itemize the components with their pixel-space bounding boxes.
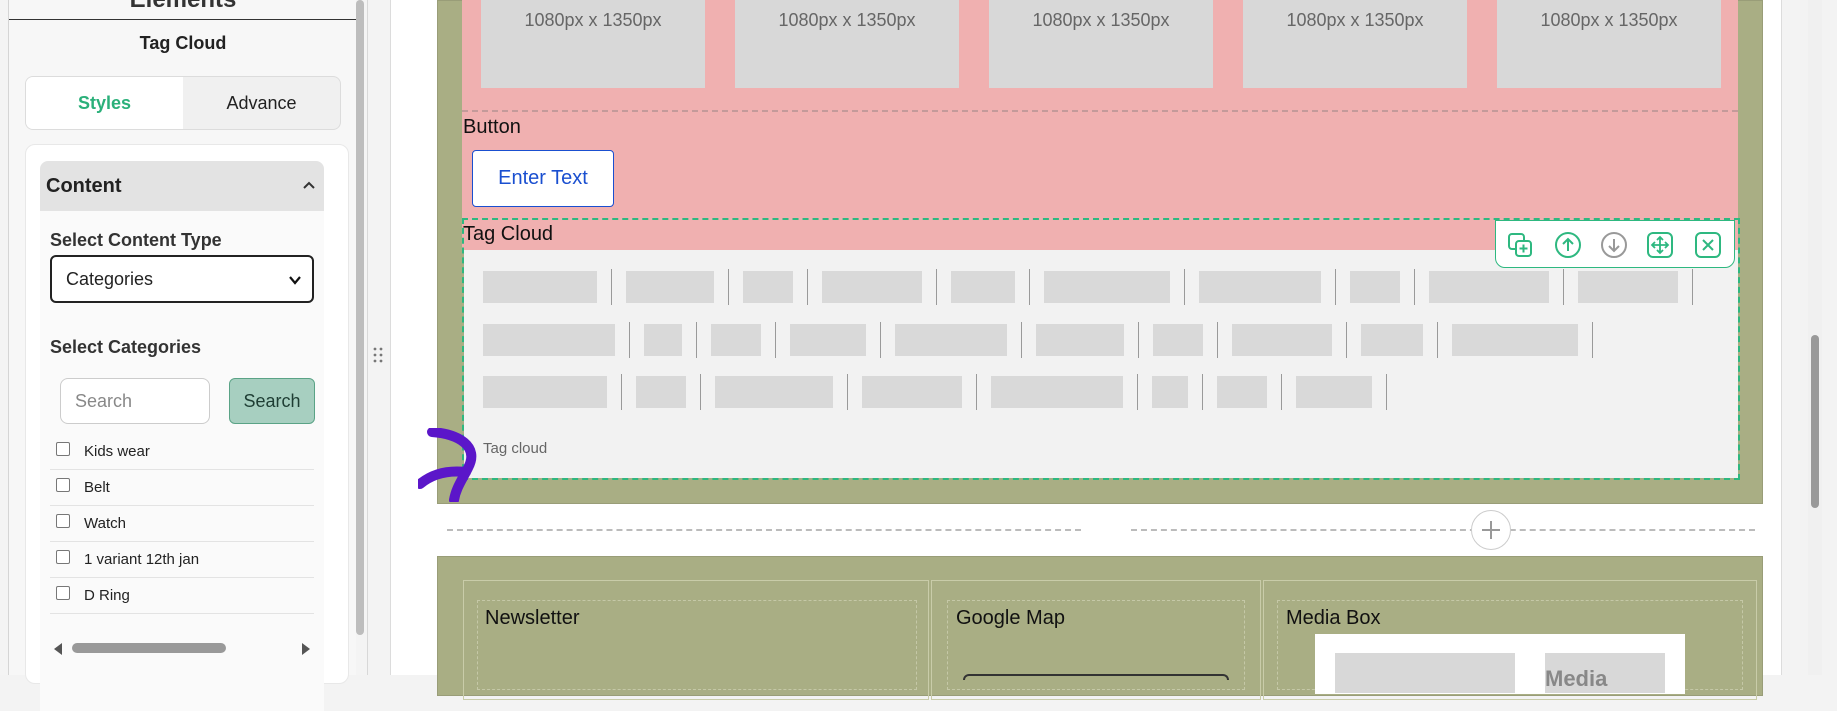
scroll-left-icon[interactable] — [54, 643, 62, 655]
media-box-title: Media Box — [1286, 607, 1381, 629]
select-categories-label: Select Categories — [50, 337, 202, 357]
element-toolbar — [1495, 220, 1735, 268]
category-search-input[interactable]: Search — [60, 378, 210, 424]
duplicate-icon[interactable] — [1506, 231, 1534, 259]
element-heading: Tag Cloud — [139, 33, 227, 53]
scroll-thumb[interactable] — [72, 643, 226, 653]
panel-tabs: Styles Advance — [25, 76, 341, 130]
panel-vertical-scrollbar[interactable] — [356, 0, 364, 635]
tag-cloud-heading: Tag Cloud — [463, 223, 554, 245]
category-checkbox[interactable] — [56, 513, 70, 528]
category-item[interactable]: Watch — [50, 506, 314, 542]
image-placeholder[interactable]: 1080px x 1350px — [1243, 0, 1467, 88]
category-label: D Ring — [84, 587, 130, 604]
category-label: Kids wear — [84, 443, 150, 460]
media-image-placeholder — [1335, 653, 1515, 693]
image-placeholder[interactable]: 1080px x 1350px — [481, 0, 705, 88]
canvas-scroll-thumb[interactable] — [1811, 335, 1819, 508]
category-horizontal-scrollbar[interactable] — [50, 639, 314, 657]
builder-canvas: 1080px x 1350px 1080px x 1350px 1080px x… — [390, 0, 1782, 700]
move-down-icon[interactable] — [1600, 231, 1628, 259]
tab-styles[interactable]: Styles — [26, 77, 183, 129]
canvas-vertical-scrollbar[interactable] — [1808, 0, 1822, 675]
add-section-button[interactable] — [1471, 510, 1511, 550]
category-label: Belt — [84, 479, 110, 496]
enter-text-button[interactable]: Enter Text — [472, 150, 614, 207]
tab-advance[interactable]: Advance — [183, 77, 340, 129]
category-list: Kids wear Belt Watch 1 variant 12th jan … — [50, 434, 314, 614]
google-map-title: Google Map — [956, 607, 1065, 629]
image-row-divider — [462, 110, 1738, 112]
content-accordion-header[interactable]: Content — [40, 161, 324, 211]
image-placeholder[interactable]: 1080px x 1350px — [989, 0, 1213, 88]
category-label: 1 variant 12th jan — [84, 551, 200, 568]
category-item[interactable]: Belt — [50, 470, 314, 506]
image-placeholder[interactable]: 1080px x 1350px — [1497, 0, 1721, 88]
button-section-label: Button — [463, 116, 521, 138]
chevron-up-icon[interactable] — [300, 177, 318, 195]
image-placeholder[interactable]: 1080px x 1350px — [735, 0, 959, 88]
category-item[interactable]: 1 variant 12th jan — [50, 542, 314, 578]
scroll-right-icon[interactable] — [302, 643, 310, 655]
section-divider — [447, 529, 1081, 531]
category-item[interactable]: D Ring — [50, 578, 314, 614]
accordion-title: Content — [46, 175, 122, 197]
tag-cloud-caption: Tag cloud — [483, 440, 548, 457]
category-checkbox[interactable] — [56, 585, 70, 600]
category-checkbox[interactable] — [56, 477, 70, 492]
move-up-icon[interactable] — [1554, 231, 1582, 259]
cursor-pointer-icon — [418, 428, 477, 502]
content-type-select[interactable]: Categories — [50, 255, 314, 303]
delete-icon[interactable] — [1694, 231, 1722, 259]
category-checkbox[interactable] — [56, 549, 70, 564]
content-type-value: Categories — [66, 268, 154, 289]
category-item[interactable]: Kids wear — [50, 434, 314, 470]
newsletter-title: Newsletter — [485, 607, 580, 629]
plus-icon — [1482, 521, 1500, 539]
drag-handle-icon[interactable] — [372, 346, 384, 364]
media-placeholder-text: Media — [1545, 666, 1608, 691]
panel-title: Elements — [9, 0, 357, 14]
elements-panel: Elements Tag Cloud Styles Advance Conten… — [0, 0, 368, 711]
section-divider — [1131, 529, 1755, 531]
category-label: Watch — [84, 515, 126, 532]
chevron-down-icon — [289, 276, 301, 285]
category-search-button[interactable]: Search — [229, 378, 315, 424]
drag-move-icon[interactable] — [1646, 231, 1674, 259]
title-divider — [9, 19, 357, 20]
category-checkbox[interactable] — [56, 441, 70, 456]
select-content-type-label: Select Content Type — [50, 230, 222, 250]
